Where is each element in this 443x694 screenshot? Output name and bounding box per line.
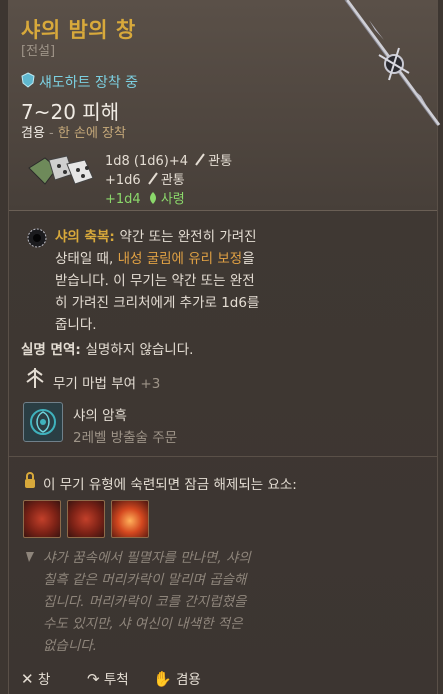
handedness: 겸용 - 한 손에 장착 [21, 122, 126, 141]
mastery-action-3[interactable] [111, 500, 149, 538]
passive-line-5: 줍니다. [55, 317, 97, 333]
section-divider [9, 456, 437, 457]
crossed-spears-icon: ✕ [21, 670, 34, 688]
passive-line-2-pre: 상태일 때, [55, 251, 118, 267]
blind-immunity: 실명 면역: 실명하지 않습니다. [21, 338, 193, 358]
flavor-line-1: 샤가 꿈속에서 필멸자를 만나면, 샤의 [43, 550, 251, 566]
passive-sep: : [109, 229, 120, 245]
damage-dice-1: 1d8 (1d6)+4 [105, 154, 189, 169]
handedness-separator: - [44, 126, 58, 141]
damage-range: 7~20 피해 [21, 100, 120, 124]
quote-icon [26, 552, 34, 562]
damage-type-2: 관통 [160, 173, 185, 188]
enchantment-label: 무기 마법 부여 [53, 376, 137, 392]
damage-type-1: 관통 [208, 154, 233, 169]
enchantment-icon [26, 368, 44, 388]
property-versatile-label: 겸용 [175, 672, 201, 688]
passive-line-1-rest: 약간 또는 완전히 가려진 [119, 229, 257, 245]
flavor-line-5: 없습니다. [43, 638, 97, 654]
passive-highlight: 내성 굴림에 유리 보정 [117, 251, 243, 267]
damage-line-2: +1d6 관통 [105, 169, 185, 188]
handedness-label: 겸용 [21, 126, 45, 141]
spell-description: 2레벨 방출술 주문 [73, 430, 178, 446]
blind-immunity-label: 실명 면역 [21, 342, 76, 358]
damage-line-1: 1d8 (1d6)+4 관통 [105, 150, 232, 169]
spell-name: 샤의 암흑 [73, 408, 127, 424]
spear-illustration [344, 0, 441, 126]
weapon-type-label: 창 [37, 672, 51, 688]
damage-line-3: +1d4 사령 [105, 188, 185, 207]
mastery-action-1[interactable] [23, 500, 61, 538]
equipped-status: 섀도하트 장착 중 [39, 75, 139, 91]
pierce-icon [148, 172, 158, 185]
passive-line-2: 상태일 때, 내성 굴림에 유리 보정을 [55, 248, 415, 270]
passive-line-4: 히 가려진 크리처에게 추가로 1d6를 [55, 295, 260, 311]
mastery-title: 이 무기 유형에 숙련되면 잠금 해제되는 요소: [43, 477, 297, 493]
damage-type-3: 사령 [160, 192, 185, 207]
passive-line-3: 받습니다. 이 무기는 약간 또는 완전 [55, 273, 255, 289]
tooltip-header: 샤의 밤의 창 [전설] 섀도하트 장착 중 7~20 피해 겸용 - 한 손에… [9, 0, 441, 211]
dice-icon [28, 155, 94, 185]
blind-immunity-text: 실명하지 않습니다. [85, 342, 194, 358]
damage-dice-3: +1d4 [105, 192, 141, 207]
necrotic-icon [149, 192, 156, 204]
weapon-type: ✕ 창 [21, 668, 50, 688]
dark-orb-icon [27, 228, 47, 248]
item-tooltip: 샤의 밤의 창 [전설] 섀도하트 장착 중 7~20 피해 겸용 - 한 손에… [8, 0, 441, 694]
enchantment-value: +3 [140, 376, 161, 392]
weapon-enchantment: 무기 마법 부여 +3 [53, 372, 160, 392]
item-rarity: [전설] [21, 44, 56, 59]
property-thrown: ↷ 투척 [87, 668, 129, 688]
flavor-line-4: 수도 있지만, 샤 여신이 내색한 적은 [43, 616, 243, 632]
flavor-text: 샤가 꿈속에서 필멸자를 만나면, 샤의 칠흑 같은 머리카락이 말리며 곱슬해… [43, 547, 333, 657]
property-thrown-label: 투척 [103, 672, 129, 688]
lock-icon [25, 472, 35, 488]
shadow-spiral-icon [30, 409, 56, 435]
mastery-action-2[interactable] [67, 500, 105, 538]
flavor-line-2: 칠흑 같은 머리카락이 말리며 곱슬해 [43, 572, 247, 588]
flavor-line-3: 집니다. 머리카락이 코를 간지럽혔을 [43, 594, 247, 610]
passive-line-2-post: 을 [242, 251, 255, 267]
blind-immunity-sep: : [75, 342, 86, 358]
passive-name: 샤의 축복 [55, 229, 110, 245]
hand-icon: ✋ [153, 670, 172, 688]
shield-gem-icon [21, 72, 35, 88]
spell-icon[interactable] [23, 402, 63, 442]
passive-description: 샤의 축복: 약간 또는 완전히 가려진 상태일 때, 내성 굴림에 유리 보정… [55, 226, 415, 336]
handedness-value: 한 손에 장착 [57, 126, 126, 141]
passive-line-1: 샤의 축복: 약간 또는 완전히 가려진 [55, 226, 415, 248]
property-versatile: ✋ 겸용 [153, 668, 201, 688]
throw-icon: ↷ [87, 670, 100, 688]
pierce-icon [195, 153, 205, 166]
damage-dice-2: +1d6 [105, 173, 141, 188]
